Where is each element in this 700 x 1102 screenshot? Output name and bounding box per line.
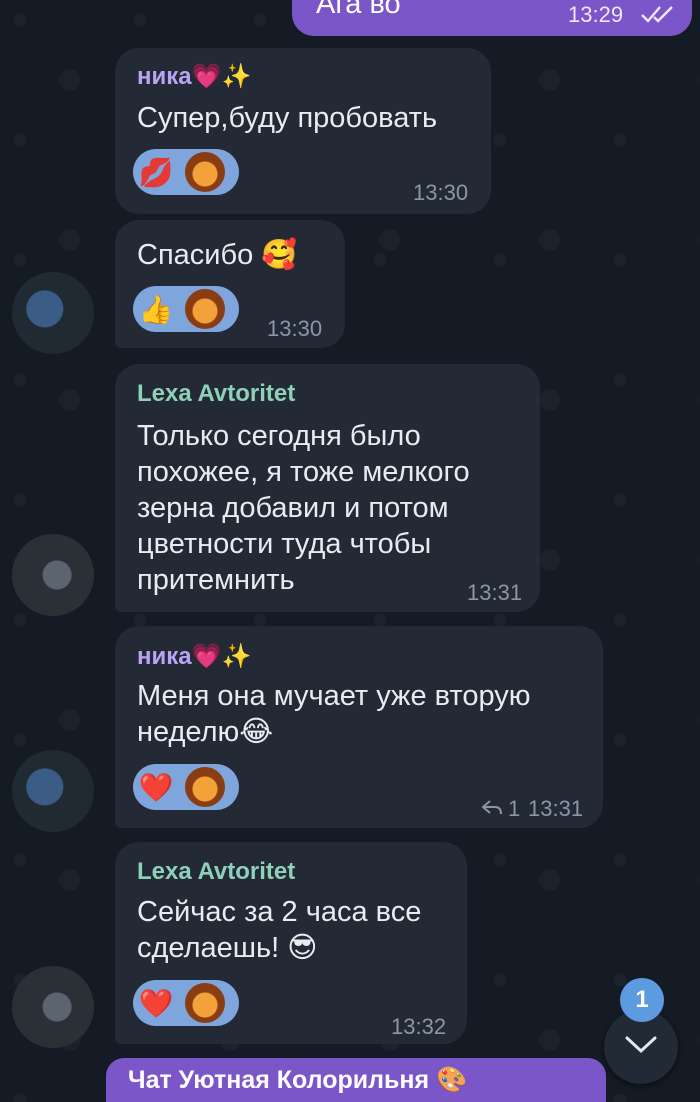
- message-bubble[interactable]: Lexa Avtoritet Сейчас за 2 часа все сдел…: [115, 842, 467, 1044]
- outgoing-message-text: Ага во: [316, 0, 401, 20]
- chevron-down-icon: [624, 1035, 658, 1060]
- message-time: 13:31: [467, 580, 523, 605]
- reactor-avatar: [183, 150, 227, 194]
- reply-arrow-icon[interactable]: [481, 796, 503, 822]
- message-text: Сейчас за 2 часа все сделаешь! 😎: [137, 896, 422, 964]
- unread-count-badge: 1: [620, 978, 664, 1022]
- reaction-chip[interactable]: 💋: [133, 149, 239, 195]
- message-time: 13:31: [528, 796, 584, 821]
- reaction-chip[interactable]: ❤️: [133, 764, 239, 810]
- message-time: 13:30: [267, 316, 323, 341]
- reactor-avatar: [183, 765, 227, 809]
- message-text: Меня она мучает уже вторую неделю😂: [137, 680, 531, 748]
- message-time: 13:30: [413, 180, 469, 205]
- message-time: 13:32: [391, 1014, 447, 1039]
- outgoing-message-bubble[interactable]: Ага во 13:29: [292, 0, 692, 36]
- sender-avatar[interactable]: [12, 534, 94, 616]
- message-bubble[interactable]: Спасибо 🥰 👍 13:30: [115, 220, 345, 348]
- message-text: Только сегодня было похожее, я тоже мелк…: [137, 420, 470, 596]
- message-bubble[interactable]: ника💗✨ Супер,буду пробовать 💋 13:30: [115, 48, 491, 214]
- reactor-avatar: [183, 287, 227, 331]
- reply-count[interactable]: 1: [508, 796, 520, 822]
- reaction-chip[interactable]: 👍: [133, 286, 239, 332]
- kiss-mark-icon: 💋: [138, 156, 174, 188]
- thumbs-up-icon: 👍: [138, 293, 174, 325]
- heart-icon: ❤️: [138, 771, 174, 803]
- message-text: Спасибо 🥰: [137, 239, 298, 271]
- chat-title-bar[interactable]: Чат Уютная Колорильня 🎨: [106, 1058, 606, 1102]
- sender-name[interactable]: ника💗✨: [137, 642, 251, 671]
- chat-title: Чат Уютная Колорильня 🎨: [128, 1065, 468, 1094]
- sender-avatar[interactable]: [12, 750, 94, 832]
- reactor-avatar: [183, 981, 227, 1025]
- message-bubble[interactable]: Lexa Avtoritet Только сегодня было похож…: [115, 364, 540, 612]
- sender-name[interactable]: Lexa Avtoritet: [137, 858, 295, 886]
- outgoing-message-time: 13:29: [568, 2, 624, 27]
- sender-avatar[interactable]: [12, 966, 94, 1048]
- heart-icon: ❤️: [138, 987, 174, 1019]
- message-bubble[interactable]: ника💗✨ Меня она мучает уже вторую неделю…: [115, 626, 603, 828]
- sender-name[interactable]: Lexa Avtoritet: [137, 380, 295, 408]
- double-check-icon: [640, 4, 680, 29]
- reaction-chip[interactable]: ❤️: [133, 980, 239, 1026]
- message-text: Супер,буду пробовать: [137, 102, 438, 134]
- sender-avatar[interactable]: [12, 272, 94, 354]
- sender-name[interactable]: ника💗✨: [137, 62, 251, 91]
